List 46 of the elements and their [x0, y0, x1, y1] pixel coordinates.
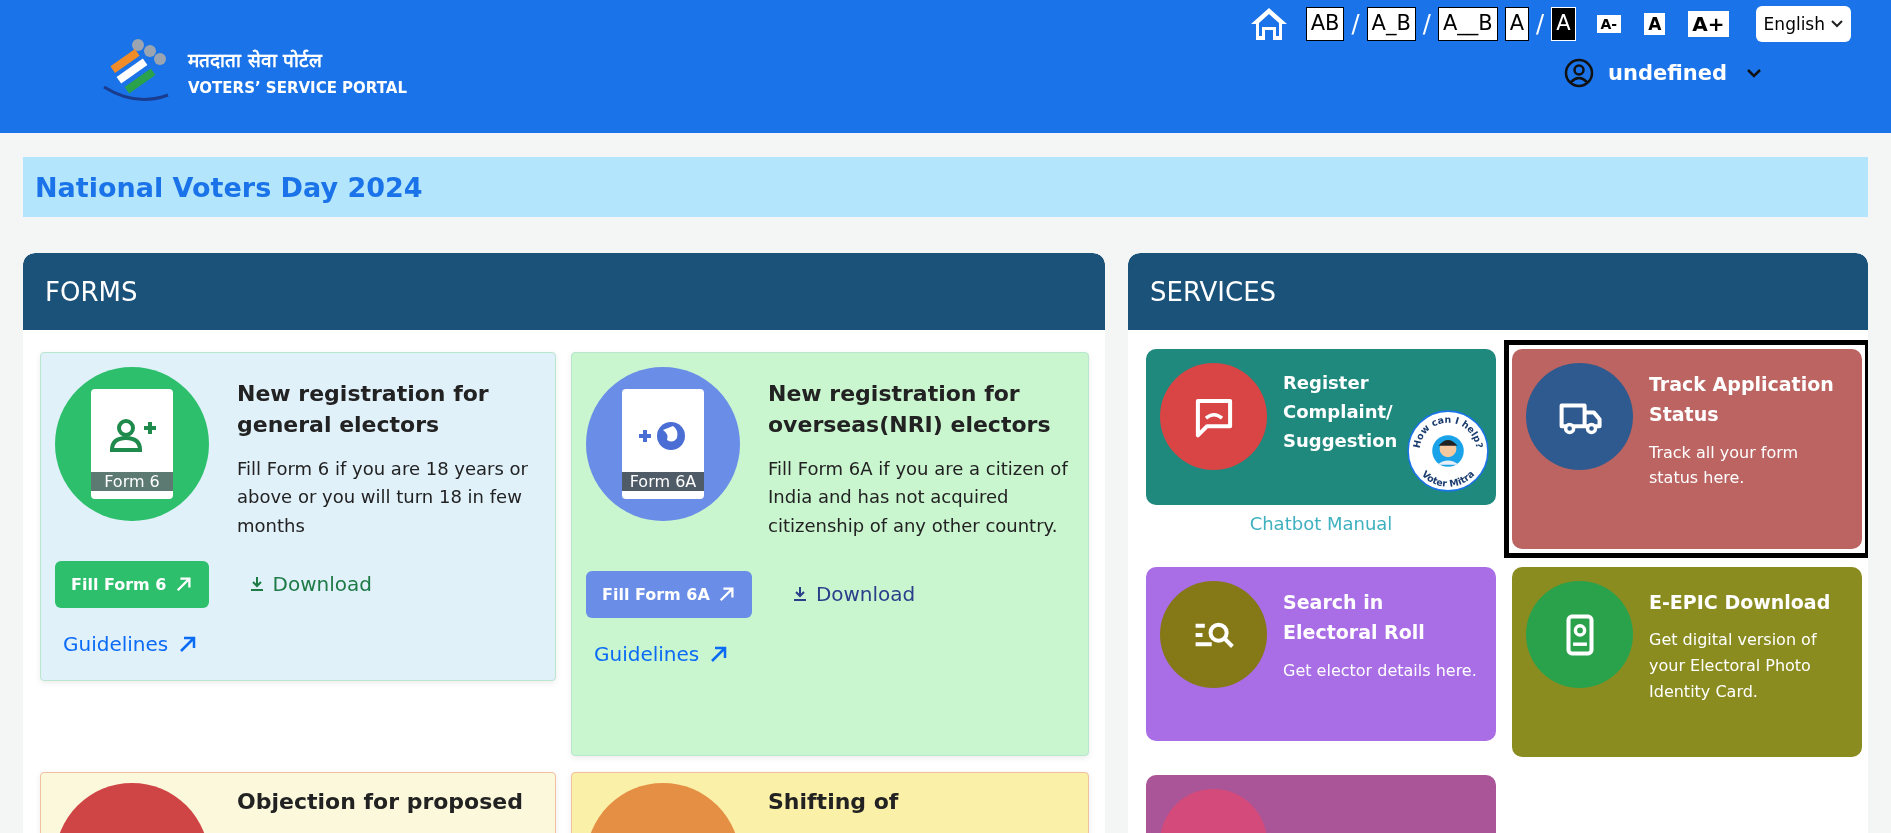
portal-name: VOTERS’ SERVICE PORTAL — [188, 78, 407, 97]
card-title: New registration for overseas(NRI) electors — [768, 380, 1052, 439]
service-title: Search in Electoral Roll — [1283, 590, 1426, 646]
font-size-button[interactable]: A- — [1596, 15, 1622, 33]
panel-title: FORMS — [45, 276, 138, 307]
service-card[interactable]: Track Application Status Track all your form status here. — [1512, 349, 1862, 549]
service-title: Track Application Status — [1649, 372, 1835, 428]
card-description: Fill Form 6A if you are a citizen of India and has not acquired citizenship of any other country. — [768, 456, 1070, 539]
card-description: Fill Form 6 if you are 18 years or above or you will turn 18 in few months — [237, 456, 529, 539]
language-select[interactable]: English — [1755, 6, 1851, 42]
contrast-button[interactable]: A — [1504, 7, 1530, 41]
user-icon — [1564, 58, 1595, 88]
service-description: Get digital version of your Electoral Photo Identity Card. — [1649, 629, 1818, 703]
service-description: Get elector details here. — [1283, 659, 1478, 682]
font-size-button[interactable]: A+ — [1688, 11, 1729, 37]
separator-slash: / — [1422, 10, 1431, 38]
letter-spacing-button[interactable]: A_B — [1366, 7, 1416, 41]
letter-spacing-button[interactable]: A__B — [1437, 7, 1498, 41]
arrow-up-right-icon — [174, 575, 193, 594]
form-icon: Form 6A — [586, 367, 740, 521]
panel-title: SERVICES — [1150, 276, 1277, 307]
guidelines-link[interactable]: Guidelines — [63, 632, 541, 656]
chevron-down-icon — [1747, 68, 1761, 78]
card-title: Shifting of — [768, 788, 899, 816]
card-title: Objection for proposed — [237, 788, 523, 816]
guidelines-link[interactable]: Guidelines — [594, 642, 1074, 666]
arrow-up-right-icon — [717, 585, 736, 604]
download-link[interactable]: Download — [248, 572, 372, 597]
separator-slash: / — [1351, 10, 1360, 38]
form-icon: Form 6 — [55, 367, 209, 521]
banner-title: National Voters Day 2024 — [35, 171, 423, 203]
separator-slash: / — [1536, 10, 1545, 38]
service-card[interactable]: E-EPIC Download Get digital version of your Electoral Photo Identity Card. — [1512, 567, 1862, 757]
card-title: New registration for general electors — [237, 380, 490, 439]
download-icon — [248, 576, 265, 593]
service-description: Track all your form status here. — [1649, 441, 1800, 490]
letter-spacing-button[interactable]: AB — [1305, 7, 1345, 41]
chevron-down-icon — [1831, 20, 1843, 28]
service-title: E-EPIC Download — [1649, 590, 1832, 615]
download-link[interactable]: Download — [791, 582, 916, 607]
font-size-button[interactable]: A — [1644, 13, 1666, 35]
service-title: Register Complaint/ Suggestion — [1283, 371, 1399, 453]
user-menu[interactable]: undefined — [1564, 58, 1761, 88]
contrast-button[interactable]: A — [1551, 7, 1576, 41]
download-icon — [791, 586, 808, 603]
portal-name-hindi: मतदाता सेवा पोर्टल — [188, 47, 324, 73]
